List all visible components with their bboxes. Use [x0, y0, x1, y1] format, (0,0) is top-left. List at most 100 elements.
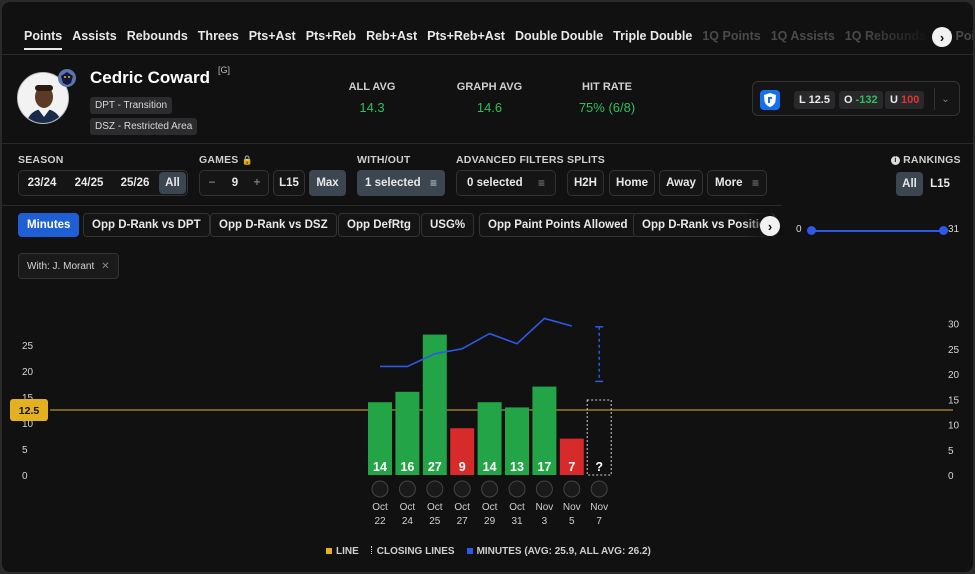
rankings-label-text: RANKINGS	[903, 154, 961, 166]
filter-icon: ≡	[537, 176, 545, 190]
split-h2h-button[interactable]: H2H	[567, 170, 604, 196]
bar-value-label: 27	[428, 460, 442, 474]
bar-value-label: 14	[373, 460, 387, 474]
x-tick-month: Oct	[427, 502, 443, 513]
metric-chip-opp-d-rank-vs-dsz[interactable]: Opp D-Rank vs DSZ	[210, 213, 337, 237]
split-more-button[interactable]: More ≡	[707, 170, 767, 196]
games-decrement-button[interactable]: −	[201, 170, 223, 196]
without-value: 1 selected	[365, 177, 421, 189]
tab-rebounds[interactable]: Rebounds	[127, 29, 188, 50]
line-badge-label: 12.5	[19, 405, 40, 417]
legend-closing-label: CLOSING LINES	[376, 546, 455, 557]
games-max-button[interactable]: Max	[309, 170, 346, 196]
under-odds[interactable]: U 100	[885, 91, 925, 109]
legend-closing-swatch	[370, 546, 373, 554]
split-away-button[interactable]: Away	[659, 170, 703, 196]
games-label: GAMES 🔒	[199, 154, 253, 166]
close-icon[interactable]: ✕	[101, 261, 109, 272]
tab-pts-reb-ast[interactable]: Pts+Reb+Ast	[427, 29, 505, 50]
with-player-label: With: J. Morant	[27, 260, 95, 272]
bar-value-label: 17	[537, 460, 551, 474]
games-value[interactable]: 9	[223, 170, 247, 196]
metric-chip-minutes[interactable]: Minutes	[18, 213, 80, 237]
metric-chip-opp-defrtg[interactable]: Opp DefRtg	[338, 213, 420, 237]
bar-value-label: ?	[595, 460, 603, 474]
split-more-label: More	[715, 177, 743, 189]
metric-chip-opp-paint-points-allowed[interactable]: Opp Paint Points Allowed	[479, 213, 637, 237]
tab-1q-points[interactable]: 1Q Points	[702, 29, 760, 50]
y-tick-left: 20	[22, 367, 34, 378]
tab-assists[interactable]: Assists	[72, 29, 116, 50]
legend-closing: CLOSING LINES	[370, 546, 455, 557]
chevron-right-icon: ›	[767, 218, 773, 234]
y-tick-right: 10	[948, 421, 960, 432]
over-odds-value: -132	[855, 94, 878, 106]
season-23-24[interactable]: 23/24	[22, 170, 62, 196]
tab-triple-double[interactable]: Triple Double	[613, 29, 692, 50]
filter-icon: ≡	[751, 176, 759, 190]
legend-line: LINE	[326, 546, 359, 557]
divider	[2, 54, 973, 55]
advanced-filters-value: 0 selected	[467, 177, 523, 189]
stat-tabs: Points Assists Rebounds Threes Pts+Ast Pts+Re…	[24, 29, 973, 50]
y-tick-right: 20	[948, 370, 960, 381]
legend-line-swatch	[326, 548, 332, 554]
advanced-filters-select[interactable]: 0 selected ≡	[456, 170, 556, 196]
legend-minutes: MINUTES (AVG: 25.9, ALL AVG: 26.2)	[466, 546, 651, 557]
pelicans-logo-icon	[371, 480, 389, 498]
heat-logo-icon	[398, 480, 416, 498]
tab-reb-ast[interactable]: Reb+Ast	[366, 29, 417, 50]
range-max-handle[interactable]	[939, 226, 948, 235]
book-dropdown-chevron-icon[interactable]: ⌄	[934, 88, 956, 110]
rockets-logo-icon	[563, 480, 581, 498]
lock-icon: 🔒	[241, 155, 254, 165]
x-tick-day: 31	[511, 516, 523, 527]
y-tick-right: 5	[948, 446, 954, 457]
y-tick-right: 0	[948, 471, 954, 482]
sportsbook-shield-icon	[760, 90, 780, 110]
chart-legend: LINE CLOSING LINES MINUTES (AVG: 25.9, A…	[326, 546, 651, 557]
metric-chip-opp-d-rank-vs-dpt[interactable]: Opp D-Rank vs DPT	[83, 213, 210, 237]
bar[interactable]	[422, 334, 447, 475]
with-player-tag[interactable]: With: J. Morant ✕	[18, 253, 119, 279]
graph-avg-label: GRAPH AVG	[456, 81, 523, 93]
x-tick-day: 25	[429, 516, 441, 527]
without-select[interactable]: 1 selected ≡	[357, 170, 445, 196]
player-tag-dsz[interactable]: DSZ - Restricted Area	[90, 118, 198, 135]
tab-threes[interactable]: Threes	[198, 29, 239, 50]
over-odds[interactable]: O -132	[839, 91, 883, 109]
points-chart: 051015202505101520253012.514Oct2216Oct24…	[10, 317, 960, 527]
games-increment-button[interactable]: +	[247, 170, 267, 196]
tab-points[interactable]: Points	[24, 29, 63, 50]
metric-chip-usg-[interactable]: USG%	[421, 213, 475, 237]
divider	[2, 143, 973, 144]
season-24-25[interactable]: 24/25	[68, 170, 110, 196]
split-home-button[interactable]: Home	[609, 170, 655, 196]
bar-value-label: 9	[459, 460, 466, 474]
app-frame: Points Assists Rebounds Threes Pts+Ast Pts+Re…	[2, 2, 973, 572]
tab-double-double[interactable]: Double Double	[515, 29, 603, 50]
under-odds-value: 100	[901, 94, 920, 106]
season-all[interactable]: All	[159, 172, 186, 194]
all-avg-value: 14.3	[359, 100, 385, 115]
warriors-logo-icon	[453, 480, 471, 498]
tab-1q-assists[interactable]: 1Q Assists	[771, 29, 835, 50]
y-tick-left: 25	[22, 341, 34, 352]
chips-next-button[interactable]: ›	[760, 216, 780, 236]
lakers-logo-icon	[508, 480, 526, 498]
x-tick-day: 27	[457, 516, 469, 527]
range-max: 31	[948, 224, 960, 235]
tabs-next-button[interactable]: ›	[932, 27, 952, 47]
chevron-right-icon: ›	[939, 29, 945, 45]
player-tag-dpt[interactable]: DPT - Transition	[90, 97, 173, 114]
season-25-26[interactable]: 25/26	[114, 170, 156, 196]
mavericks-logo-icon	[590, 480, 608, 498]
tab-pts-reb[interactable]: Pts+Reb	[306, 29, 356, 50]
tab-pts-ast[interactable]: Pts+Ast	[249, 29, 296, 50]
rankings-l15-button[interactable]: L15	[926, 172, 954, 196]
x-tick-day: 5	[569, 516, 575, 527]
range-min-handle[interactable]	[807, 226, 816, 235]
rankings-all-button[interactable]: All	[896, 172, 923, 196]
y-tick-left: 0	[22, 471, 28, 482]
games-l15-button[interactable]: L15	[273, 170, 305, 196]
